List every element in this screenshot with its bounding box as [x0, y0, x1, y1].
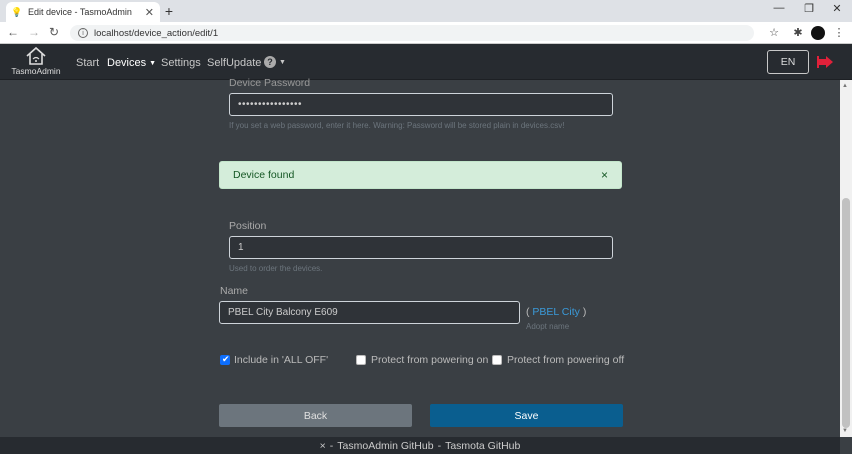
home-icon	[26, 46, 46, 65]
checkmark-icon: ✔	[222, 354, 230, 364]
alert-close-icon[interactable]: ×	[601, 168, 608, 182]
protect-off-label: Protect from powering off	[507, 354, 625, 366]
name-field[interactable]: PBEL City Balcony E609	[219, 301, 520, 324]
address-bar-row: ← → ↻ i localhost/device_action/edit/1 ☆…	[0, 22, 852, 44]
bookmark-star-icon[interactable]: ☆	[767, 26, 781, 39]
position-help: Used to order the devices.	[229, 264, 323, 273]
nav-devices[interactable]: Devices ▼	[107, 57, 156, 69]
password-label: Device Password	[229, 77, 311, 89]
save-button[interactable]: Save	[430, 404, 623, 427]
adopt-name-link[interactable]: PBEL City	[532, 306, 579, 318]
app-navbar: TasmoAdmin Start Devices ▼ Settings SelfU…	[0, 44, 852, 80]
position-field[interactable]: 1	[229, 236, 613, 259]
minimize-icon[interactable]: —	[771, 2, 787, 14]
protect-off-checkbox[interactable]	[492, 355, 502, 365]
protect-on-checkbox[interactable]	[356, 355, 366, 365]
paren-close: )	[582, 306, 587, 318]
nav-start[interactable]: Start	[76, 57, 99, 69]
device-found-alert: Device found ×	[219, 161, 622, 189]
nav-selfupdate[interactable]: SelfUpdate	[207, 57, 261, 69]
name-label: Name	[220, 285, 249, 297]
tab-title: Edit device - TasmoAdmin	[28, 7, 132, 17]
browser-tab-bar: 💡 Edit device - TasmoAdmin ✕ + — ❐ ✕	[0, 0, 852, 22]
page-footer: × - TasmoAdmin GitHub - Tasmota GitHub	[0, 437, 840, 454]
new-tab-icon[interactable]: +	[162, 3, 176, 19]
position-label: Position	[229, 220, 267, 232]
restore-icon[interactable]: ❐	[801, 2, 817, 15]
adopt-name-help: Adopt name	[526, 322, 570, 331]
tab-close-icon[interactable]: ✕	[145, 6, 154, 19]
url-field[interactable]: i localhost/device_action/edit/1	[70, 25, 754, 41]
back-arrow-icon[interactable]: ←	[6, 25, 20, 39]
footer-close-icon[interactable]: ×	[320, 440, 326, 452]
tasmoadmin-github-link[interactable]: TasmoAdmin GitHub	[337, 440, 433, 452]
browser-tab[interactable]: 💡 Edit device - TasmoAdmin ✕	[6, 2, 160, 22]
reload-icon[interactable]: ↻	[47, 25, 61, 39]
profile-avatar[interactable]	[811, 26, 825, 40]
alert-text: Device found	[233, 169, 295, 181]
include-all-off-checkbox[interactable]: ✔	[220, 354, 230, 365]
chevron-down-icon: ▼	[149, 59, 157, 67]
password-field[interactable]: ••••••••••••••••	[229, 93, 613, 116]
include-all-off-label: Include in 'ALL OFF'	[234, 354, 329, 366]
password-help: If you set a web password, enter it here…	[229, 121, 565, 130]
scroll-up-icon[interactable]: ▲	[842, 83, 848, 89]
language-button[interactable]: EN	[767, 50, 809, 74]
name-suggestion: ( PBEL City )	[526, 306, 586, 318]
tasmota-github-link[interactable]: Tasmota GitHub	[445, 440, 520, 452]
chevron-down-icon[interactable]: ▼	[279, 59, 286, 66]
nav-settings[interactable]: Settings	[161, 57, 201, 69]
browser-menu-icon[interactable]: ⋮	[832, 26, 846, 39]
forward-arrow-icon[interactable]: →	[27, 25, 41, 39]
extensions-icon[interactable]: ✱	[791, 26, 805, 39]
footer-sep: -	[437, 439, 442, 452]
logout-icon[interactable]	[817, 55, 835, 69]
site-info-icon[interactable]: i	[78, 28, 88, 38]
help-icon[interactable]: ?	[264, 56, 276, 68]
scroll-down-icon[interactable]: ▼	[842, 428, 848, 434]
scrollbar-thumb[interactable]	[842, 198, 850, 428]
back-button[interactable]: Back	[219, 404, 412, 427]
footer-sep: -	[329, 439, 334, 452]
protect-on-label: Protect from powering on	[371, 354, 489, 366]
window-close-icon[interactable]: ✕	[829, 2, 845, 15]
brand-logo[interactable]: TasmoAdmin	[10, 46, 62, 76]
page-scrollbar[interactable]: ▲ ▼	[840, 80, 852, 437]
nav-devices-label: Devices	[107, 57, 147, 69]
paren-open: (	[526, 306, 530, 318]
brand-text: TasmoAdmin	[11, 66, 61, 76]
favicon-icon: 💡	[11, 6, 23, 17]
url-text: localhost/device_action/edit/1	[94, 27, 219, 39]
